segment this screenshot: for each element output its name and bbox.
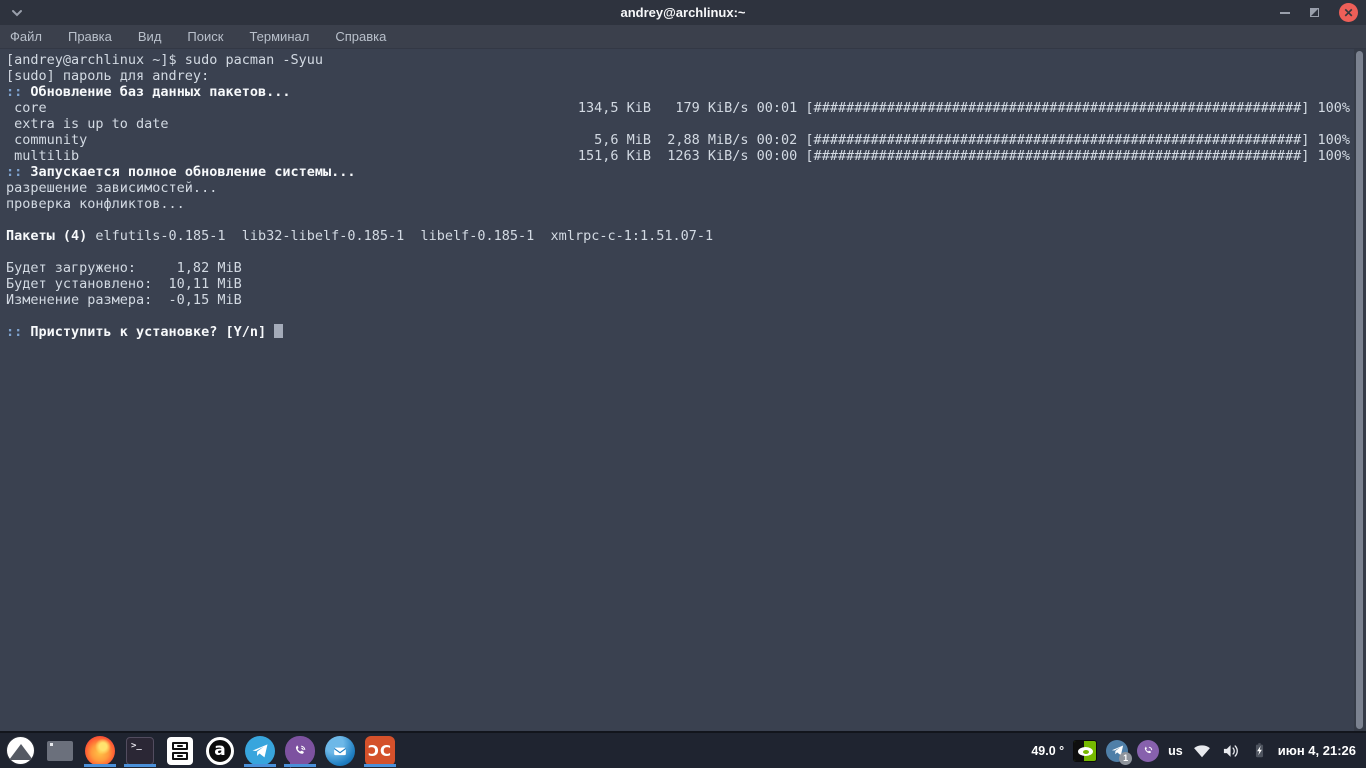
terminal-cursor <box>274 324 284 338</box>
terminal-text: Обновление баз данных пакетов... <box>30 84 291 100</box>
window-title: andrey@archlinux:~ <box>620 5 746 20</box>
terminal-text: community <box>6 132 88 148</box>
terminal-output[interactable]: [andrey@archlinux ~]$ sudo pacman -Syuu[… <box>0 49 1366 731</box>
keyboard-layout-indicator[interactable]: us <box>1168 744 1183 758</box>
telegram-tray-icon[interactable]: 1 <box>1106 739 1133 765</box>
clock[interactable]: июн 4, 21:26 <box>1278 743 1356 758</box>
terminal-text: Будет установлено: 10,11 MiB <box>6 276 242 292</box>
terminal-text: Изменение размера: -0,15 MiB <box>6 292 242 308</box>
taskbar: >_ a ƆC 49.0 ° 1 us июн 4, 21:26 <box>0 731 1366 768</box>
terminal-text: 151,6 KiB 1263 KiB/s 00:00 [############… <box>577 148 1350 164</box>
scrollbar-thumb[interactable] <box>1356 51 1363 729</box>
terminal-text: multilib <box>6 148 80 164</box>
terminal-text: [andrey@archlinux ~]$ sudo pacman -Syuu <box>6 52 323 68</box>
terminal-line: :: Обновление баз данных пакетов... <box>6 84 1350 100</box>
menu-search[interactable]: Поиск <box>187 29 223 44</box>
a-app-icon: a <box>206 736 234 765</box>
menu-view[interactable]: Вид <box>138 29 162 44</box>
firefox-icon <box>85 735 115 766</box>
menu-help[interactable]: Справка <box>335 29 386 44</box>
menu-edit[interactable]: Правка <box>68 29 112 44</box>
launcher-viber[interactable] <box>280 733 320 768</box>
terminal-text: 134,5 KiB 179 KiB/s 00:01 [#############… <box>577 100 1350 116</box>
menu-terminal[interactable]: Терминал <box>249 29 309 44</box>
app-menu-icon <box>5 736 35 765</box>
terminal-text: core <box>6 100 47 116</box>
launcher-file-manager[interactable] <box>160 733 200 768</box>
launcher-telegram[interactable] <box>240 733 280 768</box>
terminal-line: Будет установлено: 10,11 MiB <box>6 276 1350 292</box>
menubar: Файл Правка Вид Поиск Терминал Справка <box>0 25 1366 49</box>
terminal-text: разрешение зависимостей... <box>6 180 218 196</box>
terminal-line: multilib 151,6 KiB 1263 KiB/s 00:00 [####… <box>6 148 1350 164</box>
terminal-line: Будет загружено: 1,82 MiB <box>6 260 1350 276</box>
launcher-window-list[interactable] <box>40 733 80 768</box>
terminal-text: elfutils-0.185-1 lib32-libelf-0.185-1 li… <box>87 228 714 244</box>
system-tray: 49.0 ° 1 us июн 4, 21:26 <box>1031 739 1366 765</box>
window-titlebar[interactable]: andrey@archlinux:~ ✕ <box>0 0 1366 25</box>
terminal-line: Изменение размера: -0,15 MiB <box>6 292 1350 308</box>
terminal-line: разрешение зависимостей... <box>6 180 1350 196</box>
terminal-line: :: Запускается полное обновление системы… <box>6 164 1350 180</box>
terminal-line: проверка конфликтов... <box>6 196 1350 212</box>
nvidia-tray-icon[interactable] <box>1073 739 1098 762</box>
terminal-line: core 134,5 KiB 179 KiB/s 00:01 [#########… <box>6 100 1350 116</box>
viber-tray-icon[interactable] <box>1137 739 1160 762</box>
wifi-icon[interactable] <box>1192 741 1212 761</box>
terminal-line: :: Приступить к установке? [Y/n] <box>6 324 1350 340</box>
terminal-text: Будет загружено: 1,82 MiB <box>6 260 242 276</box>
terminal-text: проверка конфликтов... <box>6 196 185 212</box>
dcpp-icon: ƆC <box>365 735 395 766</box>
launcher-firefox[interactable] <box>80 733 120 768</box>
viber-icon <box>285 735 315 768</box>
battery-charging-icon[interactable] <box>1250 741 1269 760</box>
terminal-line: [andrey@archlinux ~]$ sudo pacman -Syuu <box>6 52 1350 68</box>
close-button[interactable]: ✕ <box>1339 3 1358 22</box>
launcher-app-menu[interactable] <box>0 733 40 768</box>
terminal-text: Запускается полное обновление системы... <box>30 164 356 180</box>
terminal-line: Пакеты (4) elfutils-0.185-1 lib32-libelf… <box>6 228 1350 244</box>
terminal-text: [sudo] пароль для andrey: <box>6 68 210 84</box>
volume-icon[interactable] <box>1221 741 1241 761</box>
temperature-indicator[interactable]: 49.0 ° <box>1031 744 1064 758</box>
launcher-thunderbird[interactable] <box>320 733 360 768</box>
terminal-text: Приступить к установке? [Y/n] <box>30 324 275 340</box>
terminal-icon: >_ <box>126 736 154 765</box>
launcher-terminal[interactable]: >_ <box>120 733 160 768</box>
menu-file[interactable]: Файл <box>10 29 42 44</box>
launcher-dcpp[interactable]: ƆC <box>360 733 400 768</box>
terminal-line: community 5,6 MiB 2,88 MiB/s 00:02 [####… <box>6 132 1350 148</box>
terminal-text: :: <box>6 324 31 340</box>
terminal-text: 5,6 MiB 2,88 MiB/s 00:02 [##############… <box>577 132 1350 148</box>
window-icon <box>47 740 73 761</box>
terminal-text: Пакеты (4) <box>6 228 88 244</box>
terminal-text: :: <box>6 84 31 100</box>
file-manager-icon <box>167 736 193 765</box>
telegram-icon <box>245 735 275 766</box>
telegram-unread-badge: 1 <box>1119 751 1133 765</box>
terminal-line: extra is up to date <box>6 116 1350 132</box>
terminal-text: :: <box>6 164 31 180</box>
thunderbird-icon <box>325 735 355 766</box>
minimize-button[interactable] <box>1280 11 1290 14</box>
terminal-text: extra is up to date <box>6 116 169 132</box>
launcher-a-app[interactable]: a <box>200 733 240 768</box>
maximize-button[interactable] <box>1310 8 1319 17</box>
terminal-line: [sudo] пароль для andrey: <box>6 68 1350 84</box>
scrollbar-track[interactable] <box>1354 49 1366 731</box>
